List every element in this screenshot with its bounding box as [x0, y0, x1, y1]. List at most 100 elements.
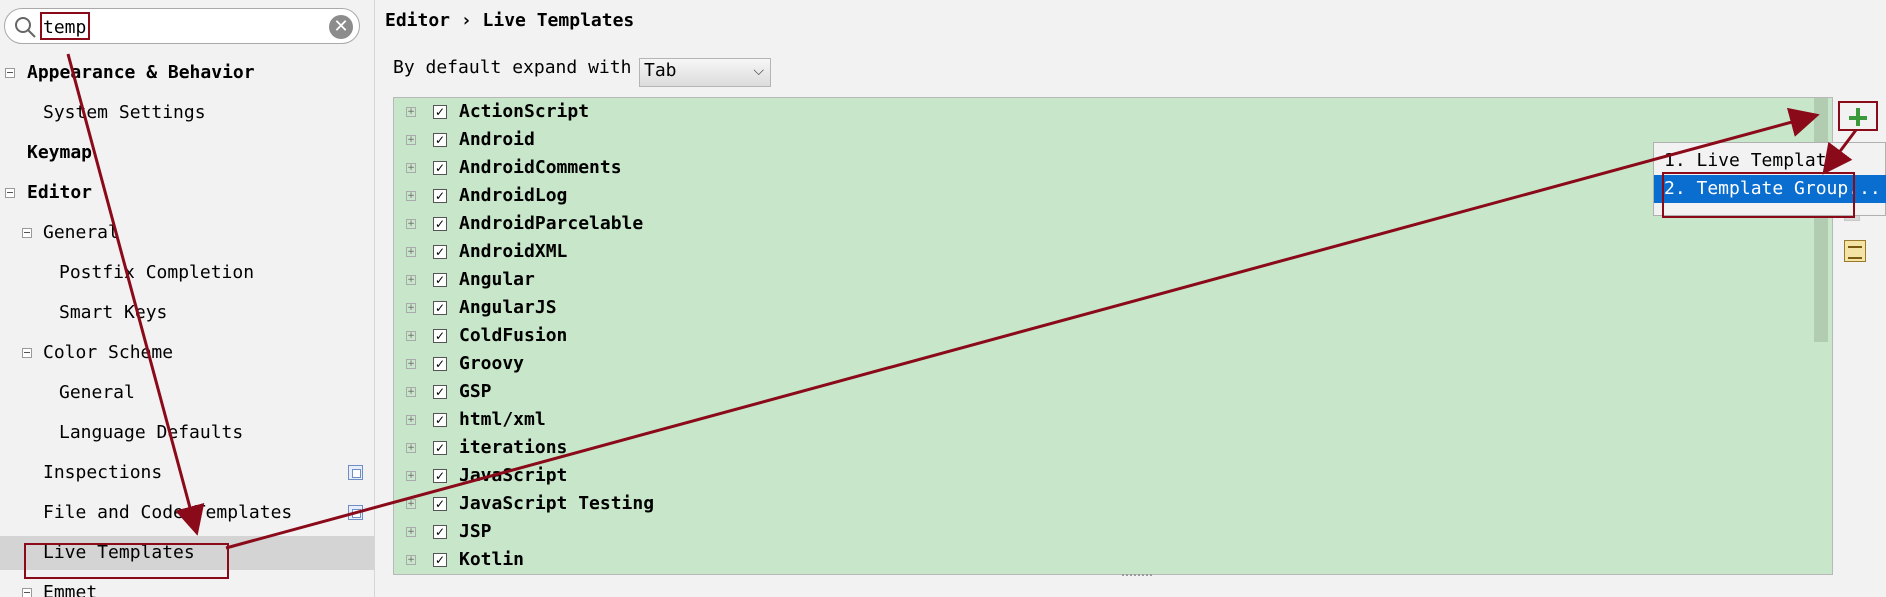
- settings-sidebar: ✕ Appearance & Behavior System Settings …: [0, 0, 375, 597]
- sidebar-item-color-scheme-general[interactable]: General: [0, 376, 374, 410]
- sidebar-item-emmet[interactable]: Emmet: [0, 576, 374, 597]
- template-row[interactable]: + ✓ AndroidParcelable: [394, 210, 1814, 238]
- template-checkbox[interactable]: ✓: [433, 385, 447, 399]
- clear-search-icon[interactable]: ✕: [329, 15, 353, 39]
- expand-icon[interactable]: +: [406, 499, 416, 509]
- sidebar-item-editor[interactable]: Editor: [0, 176, 374, 210]
- collapse-icon[interactable]: [5, 68, 15, 78]
- template-checkbox[interactable]: ✓: [433, 189, 447, 203]
- template-row[interactable]: + ✓ AndroidLog: [394, 182, 1814, 210]
- template-row[interactable]: + ✓ AndroidComments: [394, 154, 1814, 182]
- collapse-icon[interactable]: [22, 228, 32, 238]
- template-checkbox[interactable]: ✓: [433, 525, 447, 539]
- template-checkbox[interactable]: ✓: [433, 217, 447, 231]
- expand-icon[interactable]: +: [406, 359, 416, 369]
- template-name: ColdFusion: [459, 325, 568, 346]
- scrollbar[interactable]: [1814, 98, 1828, 342]
- template-name: Android: [459, 129, 535, 150]
- expand-icon[interactable]: +: [406, 555, 416, 565]
- template-row[interactable]: + ✓ Angular: [394, 266, 1814, 294]
- template-row[interactable]: + ✓ Kotlin: [394, 546, 1814, 574]
- expand-icon[interactable]: +: [406, 471, 416, 481]
- expand-icon[interactable]: +: [406, 275, 416, 285]
- sidebar-item-appearance-behavior[interactable]: Appearance & Behavior: [0, 56, 374, 90]
- expand-icon[interactable]: +: [406, 191, 416, 201]
- collapse-icon[interactable]: [22, 348, 32, 358]
- annotation-box-search: [40, 12, 90, 40]
- expand-icon[interactable]: +: [406, 163, 416, 173]
- template-name: Angular: [459, 269, 535, 290]
- sidebar-item-inspections[interactable]: Inspections: [0, 456, 374, 490]
- popup-item-live-template[interactable]: 1. Live Template: [1654, 147, 1886, 175]
- sidebar-item-label: System Settings: [43, 102, 206, 123]
- sidebar-item-label: Postfix Completion: [59, 262, 255, 283]
- expand-select[interactable]: Tab ⌵: [639, 58, 771, 87]
- sidebar-item-label: General: [43, 222, 119, 243]
- template-checkbox[interactable]: ✓: [433, 441, 447, 455]
- expand-icon[interactable]: +: [406, 135, 416, 145]
- resize-grip[interactable]: [1122, 574, 1152, 580]
- template-name: JSP: [459, 521, 492, 542]
- template-row[interactable]: + ✓ ActionScript: [394, 98, 1814, 126]
- sidebar-item-system-settings[interactable]: System Settings: [0, 96, 374, 130]
- sidebar-item-color-scheme[interactable]: Color Scheme: [0, 336, 374, 370]
- expand-icon[interactable]: +: [406, 107, 416, 117]
- template-tree[interactable]: + ✓ ActionScript + ✓ Android + ✓ AndroidCommen…: [393, 97, 1833, 575]
- template-name: Groovy: [459, 353, 525, 374]
- template-checkbox[interactable]: ✓: [433, 497, 447, 511]
- template-row[interactable]: + ✓ html/xml: [394, 406, 1814, 434]
- expand-icon[interactable]: +: [406, 219, 416, 229]
- copy-icon: [348, 505, 363, 520]
- template-name: ActionScript: [459, 101, 590, 122]
- template-checkbox[interactable]: ✓: [433, 133, 447, 147]
- template-row[interactable]: + ✓ JavaScript: [394, 462, 1814, 490]
- notes-icon[interactable]: [1844, 240, 1866, 262]
- template-name: Kotlin: [459, 549, 525, 570]
- template-checkbox[interactable]: ✓: [433, 301, 447, 315]
- template-checkbox[interactable]: ✓: [433, 245, 447, 259]
- expand-icon[interactable]: +: [406, 387, 416, 397]
- template-checkbox[interactable]: ✓: [433, 273, 447, 287]
- template-checkbox[interactable]: ✓: [433, 161, 447, 175]
- template-row[interactable]: + ✓ JavaScript Testing: [394, 490, 1814, 518]
- add-button[interactable]: [1838, 101, 1878, 131]
- template-row[interactable]: + ✓ GSP: [394, 378, 1814, 406]
- template-name: AndroidXML: [459, 241, 568, 262]
- expand-icon[interactable]: +: [406, 527, 416, 537]
- template-row[interactable]: + ✓ iterations: [394, 434, 1814, 462]
- template-checkbox[interactable]: ✓: [433, 357, 447, 371]
- sidebar-item-smart-keys[interactable]: Smart Keys: [0, 296, 374, 330]
- template-checkbox[interactable]: ✓: [433, 413, 447, 427]
- sidebar-item-general[interactable]: General: [0, 216, 374, 250]
- sidebar-item-label: Color Scheme: [43, 342, 174, 363]
- template-row[interactable]: + ✓ Android: [394, 126, 1814, 154]
- sidebar-item-label: Emmet: [43, 582, 98, 597]
- expand-icon[interactable]: +: [406, 303, 416, 313]
- template-checkbox[interactable]: ✓: [433, 105, 447, 119]
- sidebar-item-label: Inspections: [43, 462, 163, 483]
- template-row[interactable]: + ✓ AngularJS: [394, 294, 1814, 322]
- template-name: iterations: [459, 437, 568, 458]
- collapse-icon[interactable]: [5, 188, 15, 198]
- sidebar-item-label: Appearance & Behavior: [27, 62, 255, 83]
- expand-icon[interactable]: +: [406, 247, 416, 257]
- template-checkbox[interactable]: ✓: [433, 329, 447, 343]
- template-row[interactable]: + ✓ AndroidXML: [394, 238, 1814, 266]
- expand-icon[interactable]: +: [406, 415, 416, 425]
- copy-icon: [348, 465, 363, 480]
- template-name: AngularJS: [459, 297, 557, 318]
- template-row[interactable]: + ✓ JSP: [394, 518, 1814, 546]
- sidebar-item-postfix-completion[interactable]: Postfix Completion: [0, 256, 374, 290]
- sidebar-item-label: Smart Keys: [59, 302, 168, 323]
- sidebar-item-language-defaults[interactable]: Language Defaults: [0, 416, 374, 450]
- template-checkbox[interactable]: ✓: [433, 469, 447, 483]
- expand-icon[interactable]: +: [406, 331, 416, 341]
- collapse-icon[interactable]: [22, 588, 32, 597]
- sidebar-item-file-code-templates[interactable]: File and Code Templates: [0, 496, 374, 530]
- expand-icon[interactable]: +: [406, 443, 416, 453]
- template-checkbox[interactable]: ✓: [433, 553, 447, 567]
- template-row[interactable]: + ✓ Groovy: [394, 350, 1814, 378]
- sidebar-item-keymap[interactable]: Keymap: [0, 136, 374, 170]
- sidebar-item-label: Language Defaults: [59, 422, 244, 443]
- template-row[interactable]: + ✓ ColdFusion: [394, 322, 1814, 350]
